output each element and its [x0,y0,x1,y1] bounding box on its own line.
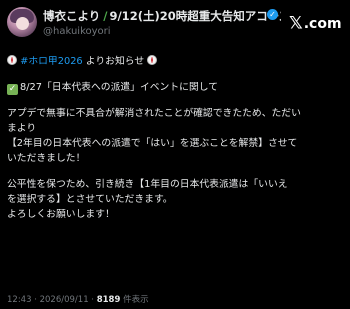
post-footer: 12:43 · 2026/09/11 · 8189 件表示 [7,293,149,305]
footer-separator-2: · [88,295,97,305]
post-header: 博衣こより/9/12(土)20時超重大告知アコース… ✓ @hakuikoyor… [7,7,343,41]
post-line-text: いただきました！ [7,153,86,164]
avatar[interactable] [7,7,37,37]
check-mark-icon: ✓ [7,84,18,95]
post-text: #ホロ甲2026 よりお知らせ ✓ 8/27「日本代表への派遣」イベントに関してア… [7,54,345,222]
post-line: ✓ 8/27「日本代表への派遣」イベントに関して [7,80,345,95]
post-line-text: を選択する】とさせていただきます。 [7,194,173,205]
post-line-text: 公平性を保つため、引き続き【1年目の日本代表派遣は「いいえ [7,179,288,190]
post-date[interactable]: 2026/09/11 [40,295,89,305]
name-separator: / [103,9,108,23]
post-line: まより [7,121,345,136]
x-logo[interactable]: 𝕏.com [289,13,342,34]
post-line: 公平性を保つため、引き続き【1年目の日本代表派遣は「いいえ [7,177,345,192]
views-count[interactable]: 8189 [97,295,121,305]
views-label[interactable]: 件表示 [123,295,149,305]
post-line: よろしくお願いします！ [7,207,345,222]
post-line: を選択する】とさせていただきます。 [7,192,345,207]
post-line-text: よろしくお願いします！ [7,209,115,220]
post-line: 【2年目の日本代表への派遣で「はい」を選ぶことを解禁】させて [7,136,345,151]
post-line-text: まより [7,123,37,134]
x-logo-suffix: .com [303,15,342,32]
verified-badge-icon: ✓ [267,9,278,20]
display-name[interactable]: 博衣こより [43,9,100,23]
baseball-icon [7,55,17,65]
display-name-suffix[interactable]: 9/12(土)20時超重大告知アコース… [109,9,281,23]
user-handle[interactable]: @hakuikoyori [43,26,111,37]
footer-separator: · [31,295,40,305]
post-line-text: アプデで無事に不具合が解消されたことが確認できたため、ただい [7,108,301,119]
x-logo-icon: 𝕏 [289,13,303,34]
post-line-text: 8/27「日本代表への派遣」イベントに関して [20,82,219,93]
post-line: いただきました！ [7,151,345,166]
post-line: アプデで無事に不具合が解消されたことが確認できたため、ただい [7,106,345,121]
hashtag-link[interactable]: #ホロ甲2026 [20,56,83,67]
post-card: 博衣こより/9/12(土)20時超重大告知アコース… ✓ @hakuikoyor… [0,0,350,309]
post-line-text: よりお知らせ [82,56,145,67]
post-line: #ホロ甲2026 よりお知らせ [7,54,345,69]
display-name-line[interactable]: 博衣こより/9/12(土)20時超重大告知アコース… [43,8,281,24]
baseball-icon [147,55,158,65]
post-line-text: 【2年目の日本代表への派遣で「はい」を選ぶことを解禁】させて [7,138,298,149]
post-time[interactable]: 12:43 [7,295,32,305]
avatar-face [16,17,29,30]
